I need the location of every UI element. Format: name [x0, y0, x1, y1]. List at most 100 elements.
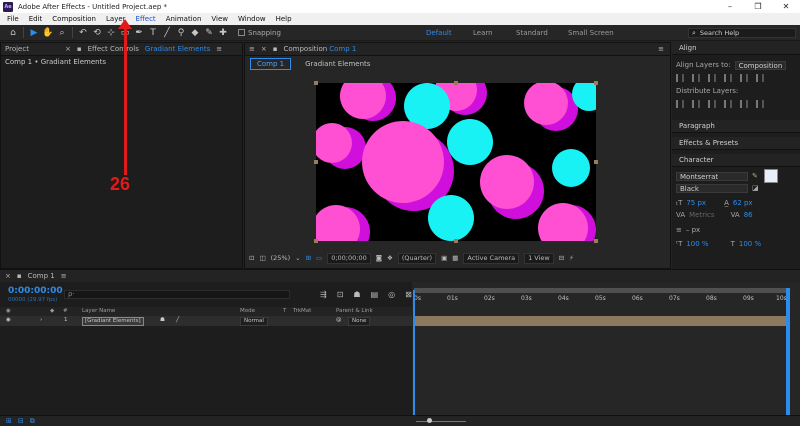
timeline-tab-comp-1[interactable]: Comp 1: [28, 272, 55, 280]
pixel-aspect-icon[interactable]: ⊟: [559, 254, 564, 262]
close-tab-icon[interactable]: ×: [5, 272, 11, 280]
subtab-gradiant-elements[interactable]: Gradiant Elements: [299, 59, 376, 69]
resolution-dropdown[interactable]: (Quarter): [397, 252, 437, 264]
menu-animation[interactable]: Animation: [161, 13, 207, 25]
playhead[interactable]: [413, 290, 415, 415]
menu-window[interactable]: Window: [233, 13, 271, 25]
draft-3d-icon[interactable]: ⊡: [337, 290, 344, 299]
align-right-icon[interactable]: [708, 74, 716, 82]
transform-handle[interactable]: [314, 81, 318, 85]
snapshot-icon[interactable]: ◫: [259, 254, 265, 262]
fast-previews-icon[interactable]: ⚡: [569, 254, 574, 262]
layer-duration-bar[interactable]: [415, 316, 786, 326]
font-style-dropdown[interactable]: Black: [676, 183, 748, 193]
shy-switch-icon[interactable]: ☗: [160, 317, 165, 323]
align-panel-title[interactable]: Align: [672, 42, 800, 55]
menu-composition[interactable]: Composition: [47, 13, 101, 25]
snapping-checkbox[interactable]: [238, 29, 245, 36]
type-tool-icon[interactable]: T: [146, 26, 160, 40]
work-area-end-handle[interactable]: [786, 288, 790, 415]
transform-handle[interactable]: [314, 239, 318, 243]
current-time-display[interactable]: 0:00:00:00: [8, 286, 63, 296]
time-ruler[interactable]: 0s 01s 02s 03s 04s 05s 06s 07s 08s 09s 1…: [414, 288, 790, 306]
search-help-field[interactable]: ⌕ Search Help: [688, 28, 796, 38]
tab-project[interactable]: Project: [5, 45, 29, 53]
view-layout-dropdown[interactable]: 1 View: [524, 252, 554, 264]
selection-tool-icon[interactable]: ▶: [27, 26, 41, 40]
pick-whip-icon[interactable]: @: [336, 317, 342, 323]
eyedropper-icon[interactable]: ✎: [752, 172, 758, 180]
distribute-top-icon[interactable]: [676, 100, 684, 108]
transfer-controls-toggle-icon[interactable]: ⊟: [18, 417, 24, 425]
fill-color-swatch[interactable]: [763, 169, 778, 183]
character-panel-title[interactable]: Character: [672, 154, 800, 167]
composition-target[interactable]: Comp 1: [329, 45, 356, 53]
expand-chevron-icon[interactable]: ›: [40, 317, 42, 323]
kerning-value[interactable]: Metrics: [689, 211, 714, 219]
work-area-bar[interactable]: [414, 288, 790, 293]
panel-menu-icon[interactable]: ≡: [249, 45, 255, 53]
align-bottom-icon[interactable]: [756, 74, 764, 82]
grid-icon[interactable]: ⊞: [306, 254, 311, 262]
timeline-search-input[interactable]: ρ·: [64, 290, 290, 299]
distribute-horizontal-icon[interactable]: [740, 100, 748, 108]
quality-switch-icon[interactable]: ╱: [176, 317, 179, 323]
eye-icon[interactable]: ◉: [6, 317, 11, 323]
zoom-dropdown[interactable]: (25%): [271, 254, 291, 262]
paragraph-panel-title[interactable]: Paragraph: [672, 120, 800, 133]
orbit-tool-icon[interactable]: ⟲: [90, 26, 104, 40]
pan-behind-tool-icon[interactable]: ⊹: [104, 26, 118, 40]
hand-tool-icon[interactable]: ✋: [41, 26, 55, 40]
restore-button[interactable]: ❐: [744, 0, 772, 13]
transform-handle[interactable]: [314, 160, 318, 164]
panel-menu-icon[interactable]: ≡: [61, 272, 67, 280]
layer-name[interactable]: [Gradiant Elements]: [82, 317, 144, 326]
puppet-tool-icon[interactable]: ✚: [216, 26, 230, 40]
menu-edit[interactable]: Edit: [24, 13, 48, 25]
close-tab-icon[interactable]: ×: [65, 45, 71, 53]
eraser-tool-icon[interactable]: ◆: [188, 26, 202, 40]
composition-mini-flowchart-icon[interactable]: ⇶: [320, 290, 327, 299]
transform-handle[interactable]: [454, 81, 458, 85]
rotate-tool-icon[interactable]: ↶: [76, 26, 90, 40]
timeline-zoom-slider[interactable]: [416, 421, 466, 422]
clone-stamp-tool-icon[interactable]: ⚲: [174, 26, 188, 40]
parent-dropdown[interactable]: None: [348, 317, 371, 326]
stroke-width-value[interactable]: – px: [686, 226, 700, 234]
menu-help[interactable]: Help: [271, 13, 297, 25]
font-family-dropdown[interactable]: Montserrat: [676, 171, 748, 181]
transform-handle[interactable]: [594, 81, 598, 85]
tab-effect-controls[interactable]: Effect Controls: [88, 45, 139, 53]
zoom-tool-icon[interactable]: ⌕: [55, 26, 69, 40]
align-middle-icon[interactable]: [740, 74, 748, 82]
distribute-center-icon[interactable]: [692, 100, 700, 108]
transparency-grid-icon[interactable]: ▦: [452, 254, 458, 262]
brush-tool-icon[interactable]: ╱: [160, 26, 174, 40]
layer-name-column-header[interactable]: Layer Name: [82, 308, 115, 314]
layer-row[interactable]: ◉ › 1 [Gradiant Elements] ☗ ╱ Normal @ N…: [0, 316, 412, 326]
region-of-interest-icon[interactable]: ▣: [441, 254, 447, 262]
distribute-bottom-icon[interactable]: [708, 100, 716, 108]
hide-shy-layers-icon[interactable]: ☗: [353, 290, 360, 299]
distribute-right-icon[interactable]: [756, 100, 764, 108]
align-left-icon[interactable]: [676, 74, 684, 82]
blend-mode-dropdown[interactable]: Normal: [240, 317, 268, 326]
workspace-small-screen[interactable]: Small Screen: [568, 25, 614, 41]
transform-handle[interactable]: [594, 239, 598, 243]
effects-presets-panel-title[interactable]: Effects & Presets: [672, 137, 800, 150]
layer-switches-toggle-icon[interactable]: ⊞: [6, 417, 12, 425]
roto-brush-tool-icon[interactable]: ✎: [202, 26, 216, 40]
tab-composition[interactable]: Composition: [284, 45, 328, 53]
home-icon[interactable]: ⌂: [6, 26, 20, 40]
panel-menu-icon[interactable]: ≡: [216, 45, 222, 53]
graph-editor-icon[interactable]: ⊠: [405, 290, 412, 299]
mask-visibility-icon[interactable]: ▭: [316, 254, 322, 262]
close-tab-icon[interactable]: ×: [261, 45, 267, 53]
camera-icon[interactable]: ◙: [376, 254, 382, 262]
effect-controls-target[interactable]: Gradiant Elements: [145, 45, 210, 53]
font-size-value[interactable]: 75 px: [686, 199, 706, 207]
transform-handle[interactable]: [454, 239, 458, 243]
current-time-field[interactable]: 0;00;00;00: [327, 252, 371, 264]
workspace-default[interactable]: Default: [426, 25, 452, 41]
horizontal-scale-value[interactable]: 100 %: [739, 240, 761, 248]
